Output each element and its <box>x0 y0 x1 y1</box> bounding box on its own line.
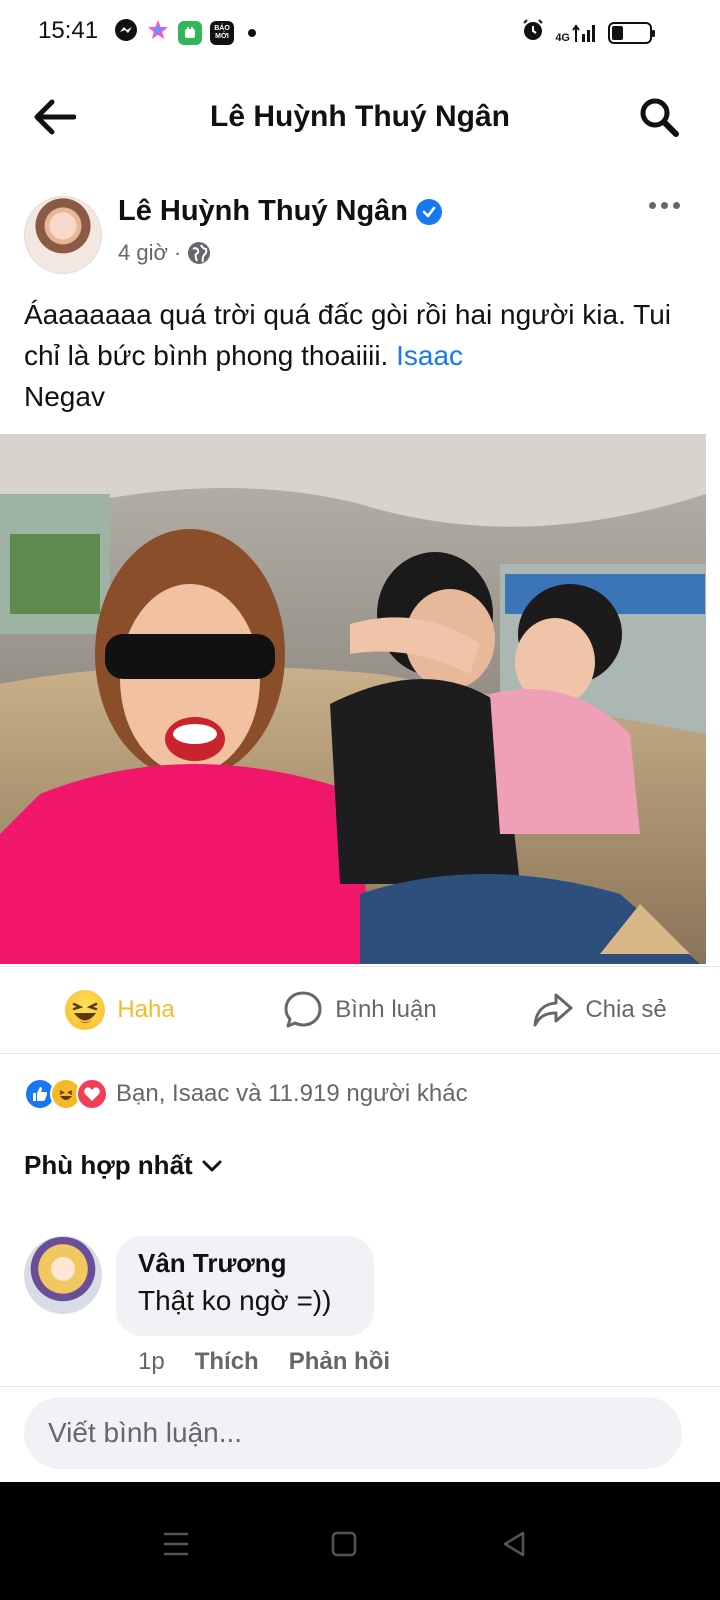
search-icon <box>640 98 679 137</box>
baomoi-icon: BÁO MỚI <box>210 20 234 45</box>
share-label: Chia sẻ <box>585 996 667 1023</box>
post-text: Áaaaaaaa quá trời quá đấc gòi rồi hai ng… <box>24 294 704 417</box>
post-actions: Haha Bình luận Chia sẻ <box>0 966 720 1054</box>
author-name: Lê Huỳnh Thuý Ngân <box>118 195 408 227</box>
network-type: 4G <box>555 31 570 44</box>
page-title: Lê Huỳnh Thuý Ngân <box>210 100 510 133</box>
dot-icon <box>660 201 668 209</box>
comment-text: Thật ko ngờ =)) <box>138 1285 332 1316</box>
status-time: 15:41 <box>38 17 99 44</box>
system-icons: 4G <box>521 18 655 47</box>
haha-reaction-button[interactable]: Haha <box>0 967 240 1053</box>
post-header: Lê Huỳnh Thuý Ngân 4 giờ · <box>0 190 720 280</box>
globe-icon <box>188 242 211 264</box>
reactions-count-text: Bạn, Isaac và 11.919 người khác <box>116 1080 468 1107</box>
home-square-icon <box>331 1531 357 1557</box>
commenter-avatar[interactable] <box>24 1236 102 1314</box>
commenter-name[interactable]: Vân Trương <box>138 1248 352 1279</box>
battery-icon <box>608 21 655 44</box>
dot-icon <box>648 201 656 209</box>
more-options-button[interactable] <box>644 190 684 220</box>
post-photo[interactable] <box>0 434 706 964</box>
comments-sort-dropdown[interactable]: Phù hợp nhất <box>24 1150 223 1181</box>
post-time[interactable]: 4 giờ <box>118 240 168 266</box>
share-button[interactable]: Chia sẻ <box>480 967 720 1053</box>
reactions-summary[interactable]: Bạn, Isaac và 11.919 người khác <box>24 1074 468 1114</box>
chevron-down-icon <box>202 1160 222 1171</box>
home-button[interactable] <box>324 1524 364 1564</box>
notification-icons: BÁO MỚI <box>114 18 256 47</box>
comment-time: 1p <box>138 1348 165 1375</box>
dot-icon <box>672 201 680 209</box>
star-app-icon <box>146 18 170 47</box>
more-notifications-dot <box>248 28 256 37</box>
nav-back-button[interactable] <box>494 1524 534 1564</box>
post-text-body: Áaaaaaaa quá trời quá đấc gòi rồi hai ng… <box>24 299 671 371</box>
photo-image <box>0 434 706 964</box>
verified-badge-icon <box>416 198 442 225</box>
messenger-icon <box>114 18 138 47</box>
haha-emoji-icon <box>65 990 106 1030</box>
system-nav-bar <box>0 1482 720 1600</box>
love-reaction-icon <box>76 1078 108 1110</box>
green-app-icon <box>178 20 202 45</box>
alarm-icon <box>521 18 545 47</box>
back-triangle-icon <box>503 1531 525 1557</box>
author-avatar[interactable] <box>24 196 102 274</box>
comment-button[interactable]: Bình luận <box>240 967 480 1053</box>
top-app-bar: Lê Huỳnh Thuý Ngân <box>0 72 720 162</box>
signal-icon: 4G <box>555 22 598 44</box>
reaction-icons <box>24 1078 108 1110</box>
mention-negav[interactable]: Negav <box>24 381 105 412</box>
recent-apps-button[interactable] <box>156 1524 196 1564</box>
haha-label: Haha <box>117 996 175 1023</box>
mention-isaac[interactable]: Isaac <box>396 340 463 371</box>
meta-separator: · <box>173 240 182 265</box>
share-arrow-icon <box>533 993 573 1027</box>
baomoi-label: BÁO MỚI <box>214 24 230 40</box>
search-button[interactable] <box>632 92 686 142</box>
sort-label: Phù hợp nhất <box>24 1150 193 1180</box>
comment-bubble[interactable]: Vân Trương Thật ko ngờ =)) <box>116 1236 374 1336</box>
comment-reply-button[interactable]: Phản hồi <box>289 1348 390 1376</box>
comment-composer <box>0 1386 720 1482</box>
comment-actions: 1p Thích Phản hồi <box>138 1348 390 1376</box>
author-name-row[interactable]: Lê Huỳnh Thuý Ngân <box>118 195 442 228</box>
comment-like-button[interactable]: Thích <box>195 1348 259 1376</box>
menu-lines-icon <box>164 1532 188 1556</box>
battery-level <box>612 25 623 40</box>
post-meta: 4 giờ · <box>118 240 211 266</box>
comment-bubble-icon <box>284 991 322 1028</box>
comment-label: Bình luận <box>335 996 437 1023</box>
status-bar: 15:41 BÁO MỚI 4G <box>0 0 720 64</box>
comment-input[interactable] <box>24 1397 682 1469</box>
